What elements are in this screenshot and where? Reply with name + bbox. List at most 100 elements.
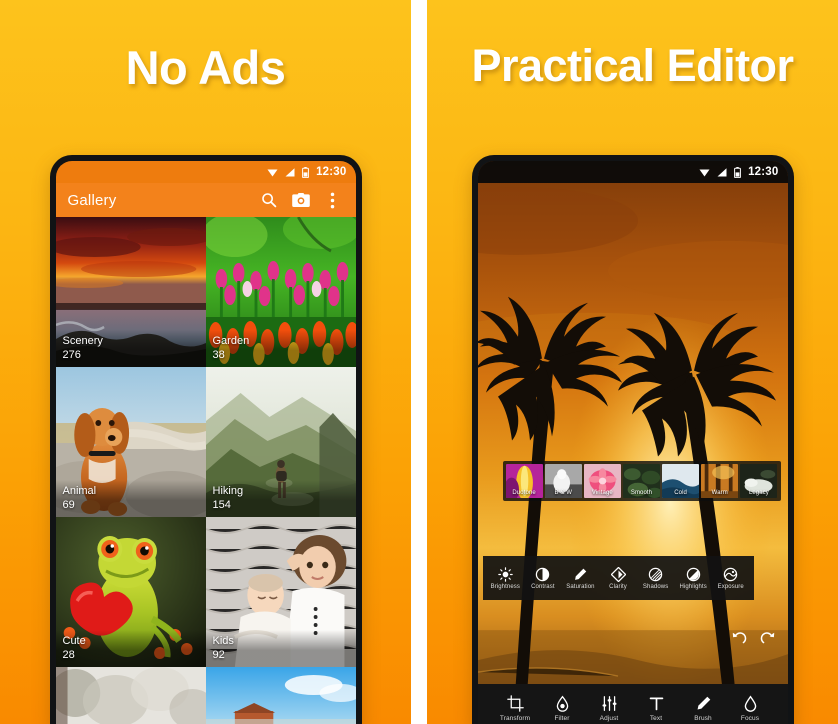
album-count: 154 — [212, 499, 231, 511]
album-caption: Animal 69 — [55, 480, 206, 517]
album-name: Scenery — [62, 335, 103, 347]
filter-item-duotone[interactable]: Duotone — [505, 464, 543, 498]
shadows-icon — [648, 567, 663, 582]
status-bar-left: 12:30 — [55, 161, 356, 183]
adjust-label: Exposure — [717, 583, 744, 590]
filter-item-warm[interactable]: Warm — [701, 464, 739, 498]
album-tile[interactable]: Hiking 154 — [205, 367, 356, 517]
status-time: 12:30 — [748, 166, 779, 178]
signal-icon — [285, 167, 295, 177]
album-tile[interactable]: Kids 92 — [205, 517, 356, 667]
exposure-icon — [723, 567, 738, 582]
phone-screen-left: 12:30 Gallery Scenery 276 Garden 38 Anim… — [55, 161, 356, 724]
filter-item-cold[interactable]: Cold — [662, 464, 700, 498]
album-name: Animal — [62, 485, 97, 497]
headline-left: No Ads — [125, 41, 286, 94]
album-count: 276 — [62, 349, 81, 361]
filter-item-bw[interactable]: B & W — [544, 464, 582, 498]
history-controls[interactable] — [731, 631, 776, 647]
adjust-label: Highlights — [679, 583, 707, 590]
album-art-blue-sky-building — [205, 667, 356, 724]
saturation-icon — [573, 567, 588, 582]
filter-label: Cold — [674, 490, 687, 496]
album-caption: Cute 28 — [55, 630, 206, 667]
tool-text[interactable]: Text — [634, 695, 678, 722]
adjust-highlights[interactable]: Highlights — [674, 567, 712, 590]
highlights-icon — [686, 567, 701, 582]
tool-label: Brush — [694, 715, 712, 722]
tool-brush[interactable]: Brush — [681, 695, 725, 722]
album-grid: Scenery 276 Garden 38 Animal 69 Hiking 1… — [55, 217, 356, 724]
signal-icon — [717, 167, 727, 177]
album-count: 69 — [62, 499, 75, 511]
album-tile[interactable]: Garden 38 — [205, 217, 356, 367]
adjust-saturation[interactable]: Saturation — [562, 567, 600, 590]
phone-mockup-left: 12:30 Gallery Scenery 276 Garden 38 Anim… — [49, 155, 362, 724]
status-time: 12:30 — [316, 166, 347, 178]
filter-label: Duotone — [512, 490, 536, 496]
album-tile[interactable]: Scenery 276 — [55, 217, 206, 367]
phone-screen-right: 12:30 Duotone B & W Vintage Smooth Cold … — [477, 161, 788, 724]
album-tile[interactable]: Cute 28 — [55, 517, 206, 667]
album-count: 38 — [212, 349, 225, 361]
adjust-shadows[interactable]: Shadows — [637, 567, 675, 590]
redo-icon[interactable] — [760, 631, 776, 647]
brush-icon — [695, 695, 712, 712]
album-tile[interactable] — [205, 667, 356, 724]
wifi-icon — [699, 168, 710, 177]
adjust-label: Shadows — [642, 583, 669, 590]
filter-filmstrip[interactable]: Duotone B & W Vintage Smooth Cold Warm L… — [502, 461, 781, 501]
adjust-clarity[interactable]: Clarity — [599, 566, 637, 590]
panel-divider — [411, 0, 427, 724]
transform-icon — [506, 695, 524, 712]
filter-label: Legacy — [748, 490, 769, 496]
filter-label: Warm — [711, 490, 728, 496]
adjustment-toolbar[interactable]: Brightness Contrast Saturation Clarity S… — [482, 556, 754, 600]
clarity-icon — [610, 566, 626, 582]
album-count: 28 — [62, 649, 75, 661]
adjust-label: Brightness — [490, 583, 520, 590]
album-count: 92 — [212, 649, 225, 661]
tool-filter[interactable]: Filter — [540, 695, 584, 722]
filter-label: B & W — [554, 490, 572, 496]
headline-right: Practical Editor — [471, 40, 794, 91]
overflow-menu-icon[interactable] — [320, 187, 346, 213]
battery-icon — [302, 166, 309, 178]
album-name: Hiking — [212, 485, 244, 497]
undo-icon[interactable] — [731, 631, 747, 647]
adjust-label: Contrast — [531, 583, 555, 590]
adjust-contrast[interactable]: Contrast — [524, 567, 562, 590]
adjust-exposure[interactable]: Exposure — [712, 567, 750, 590]
album-art-blurred-foliage — [55, 667, 206, 724]
tool-label: Focus — [740, 715, 760, 722]
tool-focus[interactable]: Focus — [728, 695, 772, 722]
album-name: Cute — [62, 635, 86, 647]
album-caption: Garden 38 — [205, 330, 356, 367]
focus-icon — [742, 695, 759, 712]
adjust-icon — [601, 695, 618, 712]
status-bar-right: 12:30 — [477, 161, 788, 183]
album-caption: Hiking 154 — [205, 480, 356, 517]
filter-item-vintage[interactable]: Vintage — [583, 464, 621, 498]
panel-no-ads: No Ads 12:30 Gallery Scenery 276 Garden … — [0, 0, 411, 724]
tool-label: Text — [649, 715, 663, 722]
tool-transform[interactable]: Transform — [493, 695, 537, 722]
filter-label: Smooth — [630, 490, 653, 496]
gallery-app-bar: Gallery — [55, 183, 356, 217]
filter-label: Vintage — [591, 490, 613, 496]
wifi-icon — [267, 168, 278, 177]
tool-adjust[interactable]: Adjust — [587, 695, 631, 722]
tool-label: Filter — [554, 715, 570, 722]
editor-tool-bar[interactable]: Transform Filter Adjust Text Brush Focus — [477, 684, 788, 724]
contrast-icon — [535, 567, 550, 582]
adjust-brightness[interactable]: Brightness — [487, 566, 525, 590]
filter-item-legacy[interactable]: Legacy — [740, 464, 778, 498]
album-tile[interactable] — [55, 667, 206, 724]
tool-label: Adjust — [599, 715, 619, 722]
camera-icon[interactable] — [288, 187, 314, 213]
filter-item-smooth[interactable]: Smooth — [622, 464, 661, 498]
battery-icon — [734, 166, 741, 178]
search-icon[interactable] — [256, 187, 282, 213]
adjust-label: Saturation — [566, 583, 595, 590]
album-tile[interactable]: Animal 69 — [55, 367, 206, 517]
